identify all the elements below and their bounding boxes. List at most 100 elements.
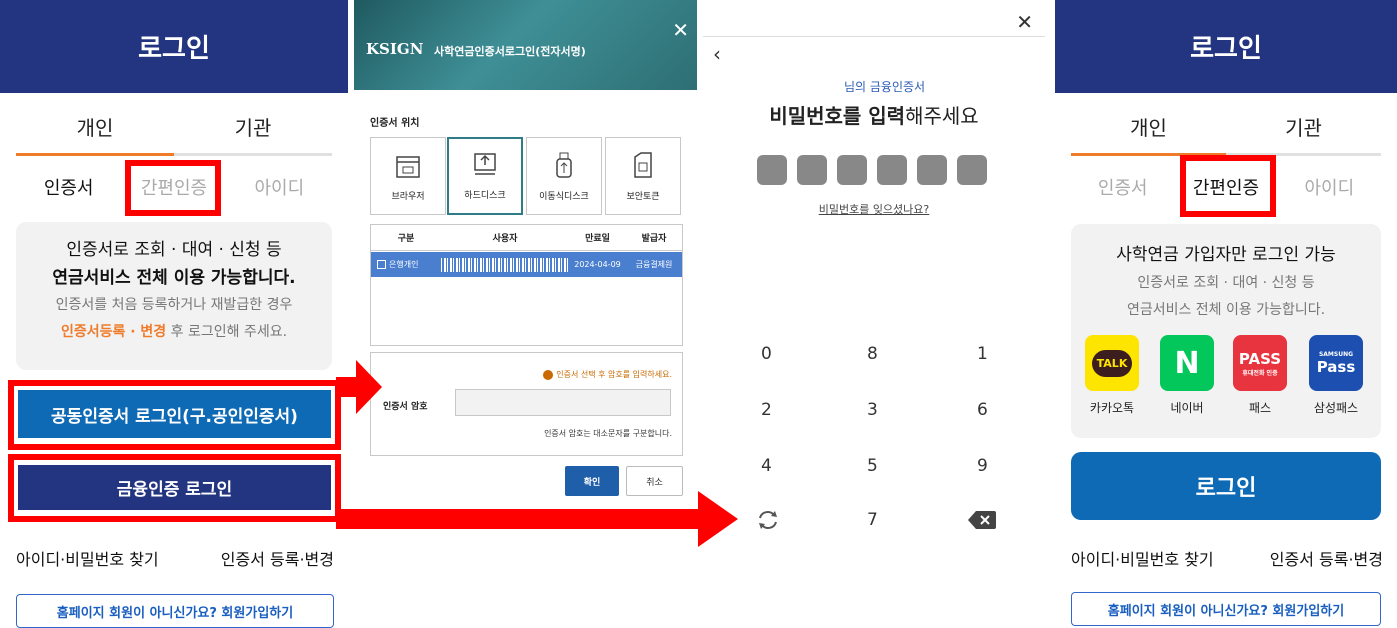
prompt-bold: 비밀번호를 입력: [769, 104, 906, 128]
location-label: 인증서 위치: [370, 118, 420, 129]
highlight-box: [125, 160, 221, 216]
keypad-key[interactable]: 1: [977, 344, 988, 364]
register-cert-link[interactable]: 인증서 등록·변경: [221, 546, 334, 570]
arrow-right-icon: [336, 360, 382, 414]
tab-id[interactable]: 아이디: [227, 174, 332, 200]
keypad-key[interactable]: 5: [867, 456, 878, 476]
location-harddisk[interactable]: 하드디스크: [447, 137, 523, 215]
pin-dot: [797, 155, 827, 185]
refresh-icon[interactable]: [755, 508, 781, 532]
info-line: 인증서를 처음 등록하거나 재발급한 경우: [55, 297, 293, 313]
service-label: 삼성패스: [1313, 401, 1359, 415]
kakaotalk-option[interactable]: TALK 카카오톡: [1077, 335, 1147, 416]
tab-individual[interactable]: 개인: [1071, 112, 1226, 156]
service-label: 네이버: [1170, 401, 1204, 415]
login-button[interactable]: 로그인: [1071, 452, 1381, 520]
keypad-key[interactable]: 4: [761, 456, 772, 476]
password-box: 인증서 선택 후 암호를 입력하세요. 인증서 암호 인증서 암호는 대소문자를…: [370, 352, 683, 456]
keypad-key[interactable]: 7: [867, 510, 878, 530]
certificate-password-input[interactable]: [455, 389, 671, 416]
backspace-icon[interactable]: [967, 509, 997, 531]
column-header: 사용자: [492, 234, 518, 244]
samsung-pass-option[interactable]: SAMSUNG Pass 삼성패스: [1301, 335, 1371, 416]
table-row[interactable]: 은행개인 2024-04-09 금융결제원: [371, 252, 682, 277]
divider: [703, 36, 1045, 37]
keypad-key[interactable]: 8: [867, 344, 878, 364]
keypad-key[interactable]: 3: [867, 400, 878, 420]
register-cert-link[interactable]: 인증서등록 · 변경: [61, 324, 166, 340]
ksign-logo: KSIGN: [366, 40, 424, 58]
samsung-pass-icon-text: Pass: [1316, 357, 1356, 376]
financial-cert-login-button[interactable]: 금융인증 로그인: [18, 465, 331, 510]
naver-option[interactable]: N 네이버: [1152, 335, 1222, 416]
samsung-pass-icon: SAMSUNG Pass: [1309, 335, 1363, 391]
masked-user-name: [441, 257, 569, 272]
certificate-table: 구분 사용자 만료일 발급자 은행개인 2024-04-09 금융결제원: [370, 224, 683, 346]
prompt-rest: 해주세요: [905, 104, 979, 128]
pin-dot: [877, 155, 907, 185]
page-title: 로그인: [138, 34, 210, 64]
location-browser[interactable]: 브라우저: [370, 137, 446, 215]
pin-dot: [917, 155, 947, 185]
close-icon[interactable]: ✕: [672, 18, 689, 42]
tab-id[interactable]: 아이디: [1278, 174, 1381, 200]
keypad-key[interactable]: 0: [761, 344, 772, 364]
keypad-key[interactable]: 2: [761, 400, 772, 420]
column-header: 만료일: [585, 234, 610, 244]
keypad-key[interactable]: 6: [977, 400, 988, 420]
register-cert-link[interactable]: 인증서 등록·변경: [1270, 546, 1383, 570]
financial-cert-password-panel: ‹ ✕ 님의 금융인증서 비밀번호를 입력해주세요 비밀번호를 잊으셨나요? 0…: [703, 0, 1045, 628]
signup-button[interactable]: 홈페이지 회원이 아니신가요? 회원가입하기: [1071, 592, 1381, 626]
joint-certificate-login-button[interactable]: 공동인증서 로그인(구.공인인증서): [18, 390, 331, 438]
find-id-password-link[interactable]: 아이디·비밀번호 찾기: [1071, 546, 1214, 570]
column-header: 구분: [397, 234, 415, 244]
table-header: 구분 사용자 만료일 발급자: [371, 225, 682, 251]
arrow-right-icon: [336, 491, 738, 547]
page-header: 로그인: [0, 0, 348, 93]
service-label: 패스: [1248, 401, 1272, 415]
info-box: 인증서로 조회 · 대여 · 신청 등 연금서비스 전체 이용 가능합니다. 인…: [16, 222, 332, 370]
naver-icon: N: [1160, 335, 1214, 391]
cert-expiry: 2024-04-09: [574, 260, 621, 269]
location-token[interactable]: 보안토큰: [605, 137, 681, 215]
samsung-pass-icon-subtext: SAMSUNG: [1318, 350, 1354, 358]
browser-icon: [396, 156, 420, 178]
info-title: 사학연금 가입자만 로그인 가능: [1116, 245, 1336, 265]
pin-dot: [957, 155, 987, 185]
link-row: 아이디·비밀번호 찾기 인증서 등록·변경: [16, 546, 334, 570]
signup-button[interactable]: 홈페이지 회원이 아니신가요? 회원가입하기: [16, 594, 334, 628]
password-label: 인증서 암호: [383, 402, 428, 412]
warning-text: 인증서 선택 후 암호를 입력하세요.: [556, 370, 672, 379]
tab-organization[interactable]: 기관: [1226, 112, 1381, 156]
certificate-icon: [377, 260, 386, 269]
info-line: 연금서비스 전체 이용 가능합니다.: [1126, 302, 1326, 318]
tab-certificate[interactable]: 인증서: [1071, 174, 1174, 200]
naver-icon-text: N: [1174, 345, 1200, 381]
tab-certificate[interactable]: 인증서: [16, 174, 121, 200]
warning-icon: [543, 369, 554, 380]
pass-icon-subtext: 휴대전화 인증: [1242, 369, 1278, 377]
page-header: 로그인: [1055, 0, 1397, 93]
pass-icon-text: PASS: [1238, 349, 1282, 368]
pin-dot: [757, 155, 787, 185]
cert-owner-label: 님의 금융인증서: [844, 80, 926, 94]
back-icon[interactable]: ‹: [713, 42, 721, 66]
find-id-password-link[interactable]: 아이디·비밀번호 찾기: [16, 546, 159, 570]
forgot-password-link[interactable]: 비밀번호를 잊으셨나요?: [703, 201, 1045, 217]
location-label: 이동식디스크: [539, 192, 589, 202]
info-line: 인증서로 조회 · 대여 · 신청 등: [66, 240, 282, 260]
login-panel-certificate: 로그인 개인 기관 인증서 간편인증 아이디 인증서로 조회 · 대여 · 신청…: [0, 0, 348, 628]
page-title: 로그인: [1190, 34, 1262, 64]
location-removable[interactable]: 이동식디스크: [526, 137, 602, 215]
column-header: 발급자: [641, 234, 667, 244]
password-warning: 인증서 선택 후 암호를 입력하세요.: [543, 369, 672, 380]
kakaotalk-icon-text: TALK: [1091, 349, 1133, 377]
tab-individual[interactable]: 개인: [16, 112, 174, 156]
link-row: 아이디·비밀번호 찾기 인증서 등록·변경: [1071, 546, 1383, 570]
close-icon[interactable]: ✕: [1016, 10, 1033, 34]
keypad-key[interactable]: 9: [977, 456, 988, 476]
location-label: 하드디스크: [464, 191, 506, 201]
pass-option[interactable]: PASS 휴대전화 인증 패스: [1225, 335, 1295, 416]
info-line: 연금서비스 전체 이용 가능합니다.: [52, 268, 296, 288]
tab-organization[interactable]: 기관: [174, 112, 332, 156]
